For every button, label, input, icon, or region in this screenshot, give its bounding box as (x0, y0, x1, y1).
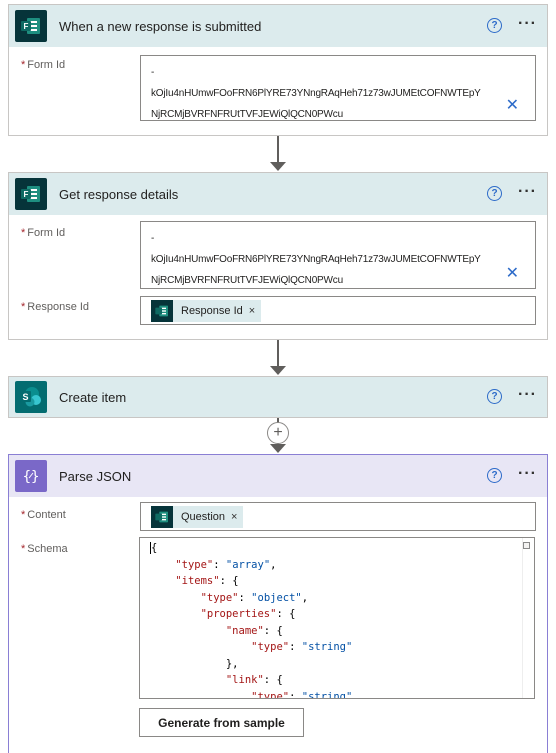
token-label: Question (181, 511, 226, 523)
microsoft-forms-icon: F (15, 10, 47, 42)
help-icon[interactable]: ? (487, 186, 502, 201)
scrollbar[interactable] (522, 538, 534, 698)
microsoft-forms-icon: F (15, 178, 47, 210)
get-details-title: Get response details (59, 186, 179, 202)
question-token[interactable]: Question × (151, 506, 244, 528)
svg-text:F: F (24, 22, 29, 31)
connector-line (277, 340, 279, 366)
microsoft-forms-icon (151, 506, 173, 528)
create-item-title: Create item (59, 389, 127, 405)
trigger-title: When a new response is submitted (59, 18, 262, 34)
svg-text:S: S (22, 392, 28, 402)
token-label: Response Id (181, 305, 243, 317)
parse-json-card-header[interactable]: {} Parse JSON ? ··· (9, 455, 547, 497)
connector-arrow-icon (270, 366, 286, 375)
form-id-value: - kOjIu4nHUmwFOoFRN6PlYRE73YNngRAqHeh71z… (151, 67, 481, 120)
svg-text:F: F (24, 190, 29, 199)
response-id-field[interactable]: Response Id × (140, 296, 536, 325)
response-id-token[interactable]: Response Id × (151, 300, 262, 322)
more-options-icon[interactable]: ··· (518, 387, 537, 403)
get-details-card-header[interactable]: F Get response details ? ··· (9, 173, 547, 215)
content-field[interactable]: Question × (140, 502, 536, 531)
form-id-label: * Form Id (21, 59, 66, 71)
generate-from-sample-button[interactable]: Generate from sample (139, 708, 304, 737)
insert-step-button[interactable]: + (267, 422, 289, 444)
help-icon[interactable]: ? (487, 389, 502, 404)
get-details-card[interactable]: F Get response details ? ··· * Form Id - … (8, 172, 548, 340)
trigger-card[interactable]: F When a new response is submitted ? ···… (8, 4, 548, 136)
scrollbar-thumb[interactable] (523, 542, 530, 549)
clear-icon[interactable]: ✕ (506, 266, 519, 282)
help-icon[interactable]: ? (487, 468, 502, 483)
more-options-icon[interactable]: ··· (518, 184, 537, 200)
create-item-card-header[interactable]: S Create item ? ··· (9, 377, 547, 417)
connector-arrow-icon (270, 162, 286, 171)
microsoft-forms-icon (151, 300, 173, 322)
more-options-icon[interactable]: ··· (518, 466, 537, 482)
form-id-label: * Form Id (21, 227, 66, 239)
more-options-icon[interactable]: ··· (518, 16, 537, 32)
schema-code: { "type": "array", "items": { "type": "o… (150, 542, 353, 699)
connector-arrow-icon (270, 444, 286, 453)
connector-line (277, 136, 279, 162)
schema-label: * Schema (21, 543, 68, 555)
response-id-label: * Response Id (21, 301, 90, 313)
content-label: * Content (21, 509, 66, 521)
schema-editor[interactable]: { "type": "array", "items": { "type": "o… (139, 537, 535, 699)
trigger-card-header[interactable]: F When a new response is submitted ? ··· (9, 5, 547, 47)
parse-json-title: Parse JSON (59, 468, 132, 484)
svg-text:{}: {} (23, 469, 40, 485)
create-item-card[interactable]: S Create item ? ··· (8, 376, 548, 418)
sharepoint-icon: S (15, 381, 47, 413)
remove-token-icon[interactable]: × (249, 305, 255, 317)
curly-braces-icon: {} (15, 460, 47, 492)
clear-icon[interactable]: ✕ (506, 98, 519, 114)
help-icon[interactable]: ? (487, 18, 502, 33)
form-id-value: - kOjIu4nHUmwFOoFRN6PlYRE73YNngRAqHeh71z… (151, 233, 481, 286)
form-id-field[interactable]: - kOjIu4nHUmwFOoFRN6PlYRE73YNngRAqHeh71z… (140, 55, 536, 121)
form-id-field[interactable]: - kOjIu4nHUmwFOoFRN6PlYRE73YNngRAqHeh71z… (140, 221, 536, 289)
remove-token-icon[interactable]: × (231, 511, 237, 523)
